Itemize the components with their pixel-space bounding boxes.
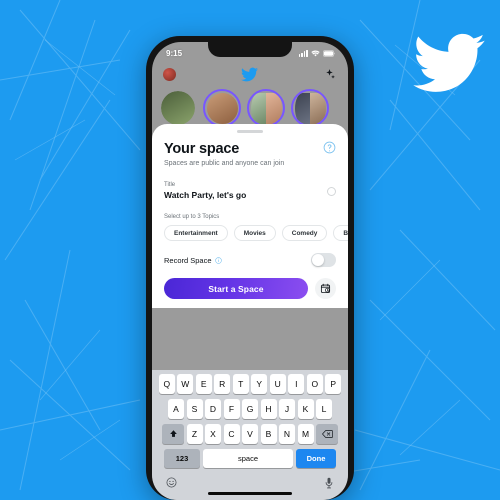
topic-chip-movies[interactable]: Movies [233, 225, 276, 241]
shift-icon[interactable] [162, 424, 184, 444]
key-v[interactable]: V [242, 424, 258, 444]
topic-chip-entertainment[interactable]: Entertainment [164, 225, 228, 241]
key-k[interactable]: K [297, 399, 314, 419]
key-p[interactable]: P [325, 374, 342, 394]
topic-chip-partial[interactable]: B [333, 225, 348, 241]
key-i[interactable]: I [288, 374, 305, 394]
keyboard-row-2: A S D F G H J K L [154, 399, 346, 419]
keyboard-row-3: Z X C V B N M [154, 424, 346, 444]
key-j[interactable]: J [279, 399, 295, 419]
key-g[interactable]: G [242, 399, 258, 419]
key-h[interactable]: H [260, 399, 277, 419]
wifi-icon [311, 50, 320, 57]
battery-icon [323, 50, 336, 57]
on-screen-keyboard: Q W E R T Y U I O P A S D F G H J K L Z … [152, 370, 348, 500]
phone-mockup: 9:15 Your space Spaces are public and an… [146, 36, 354, 500]
schedule-clock-icon[interactable] [315, 278, 336, 299]
title-field-label: Title [164, 182, 176, 188]
keyboard-row-4: 123 space Done [154, 449, 346, 468]
cellular-signal-icon [298, 50, 308, 57]
key-m[interactable]: M [297, 424, 314, 444]
status-time: 9:15 [166, 49, 183, 58]
topics-label: Select up to 3 Topics [164, 214, 220, 220]
character-count-ring [327, 186, 336, 196]
key-s[interactable]: S [186, 399, 203, 419]
key-q[interactable]: Q [158, 374, 175, 394]
key-r[interactable]: R [214, 374, 231, 394]
space-key[interactable]: space [203, 449, 293, 468]
phone-screen: 9:15 Your space Spaces are public and an… [152, 42, 348, 500]
start-a-space-button[interactable]: Start a Space [164, 278, 308, 299]
home-indicator [208, 492, 292, 495]
title-input[interactable]: Watch Party, let's go [164, 190, 246, 200]
key-t[interactable]: T [232, 374, 249, 394]
emoji-icon[interactable] [166, 477, 177, 488]
spaces-avatar-strip [152, 85, 348, 127]
profile-avatar[interactable] [163, 68, 176, 81]
record-space-label: Record Space [164, 255, 212, 265]
space-bubble[interactable] [247, 89, 285, 127]
key-o[interactable]: O [306, 374, 323, 394]
space-bubble[interactable] [159, 89, 197, 127]
record-space-row: Record Space [164, 253, 336, 267]
key-b[interactable]: B [260, 424, 277, 444]
app-header [152, 62, 348, 85]
page-title: Your space [164, 141, 240, 157]
topic-chip-list: Entertainment Movies Comedy B [164, 225, 348, 241]
record-space-toggle[interactable] [311, 253, 336, 267]
space-bubble[interactable] [291, 89, 329, 127]
phone-notch [208, 42, 292, 57]
sparkle-icon[interactable] [323, 68, 336, 81]
key-w[interactable]: W [177, 374, 194, 394]
key-e[interactable]: E [195, 374, 212, 394]
numbers-key[interactable]: 123 [164, 449, 200, 468]
key-u[interactable]: U [269, 374, 286, 394]
key-z[interactable]: Z [186, 424, 203, 444]
backspace-icon[interactable] [316, 424, 338, 444]
key-f[interactable]: F [223, 399, 240, 419]
sheet-subtitle: Spaces are public and anyone can join [164, 160, 285, 167]
keyboard-bottom-bar [154, 472, 346, 492]
microphone-icon[interactable] [324, 477, 334, 489]
title-field-row[interactable]: Title Watch Party, let's go [164, 182, 336, 200]
key-n[interactable]: N [279, 424, 295, 444]
info-circle-icon[interactable] [214, 256, 222, 264]
space-bubble[interactable] [203, 89, 241, 127]
create-space-sheet: Your space Spaces are public and anyone … [152, 124, 348, 308]
help-circle-icon[interactable] [323, 141, 336, 154]
key-c[interactable]: C [223, 424, 240, 444]
done-key[interactable]: Done [296, 449, 336, 468]
topic-chip-comedy[interactable]: Comedy [281, 225, 328, 241]
key-x[interactable]: X [205, 424, 221, 444]
sheet-drag-handle[interactable] [237, 130, 263, 133]
key-d[interactable]: D [205, 399, 221, 419]
key-y[interactable]: Y [251, 374, 268, 394]
twitter-bird-icon [241, 67, 258, 82]
key-a[interactable]: A [168, 399, 184, 419]
twitter-bird-icon [413, 33, 485, 93]
key-l[interactable]: L [316, 399, 332, 419]
keyboard-row-1: Q W E R T Y U I O P [154, 374, 346, 394]
